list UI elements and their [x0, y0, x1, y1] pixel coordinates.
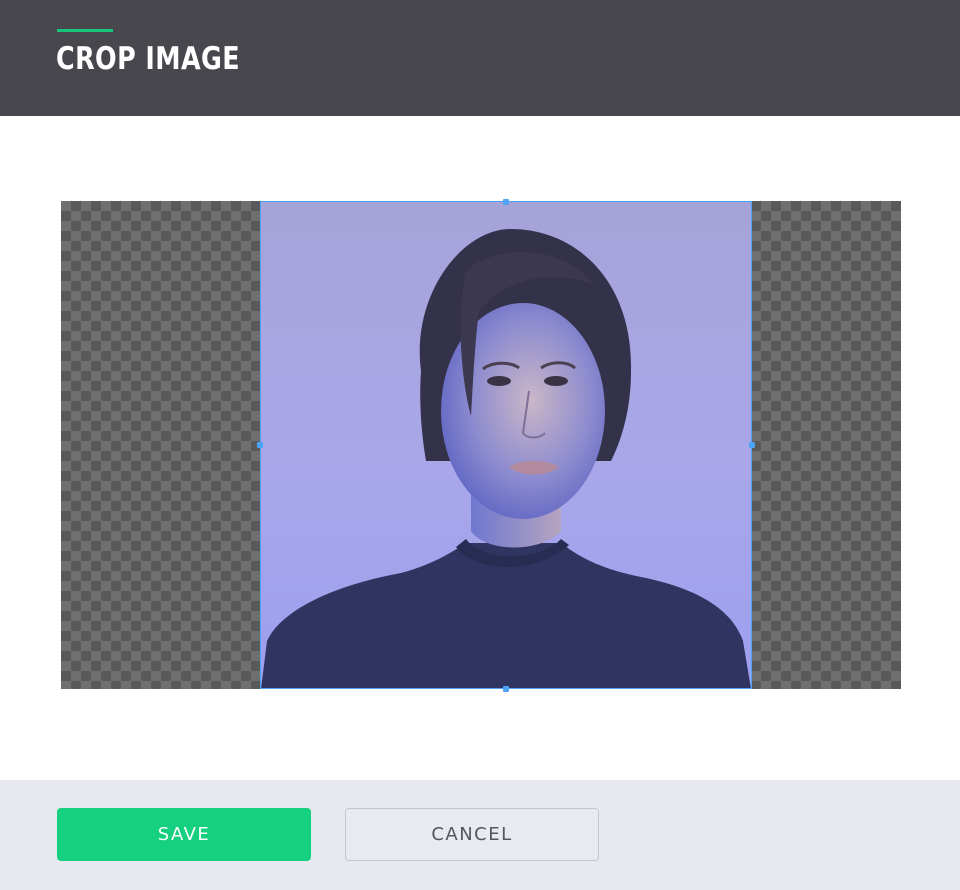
dialog-title: CROP IMAGE: [56, 41, 241, 77]
portrait-image: [261, 201, 751, 689]
dialog-footer: SAVE CANCEL: [0, 780, 960, 890]
save-button[interactable]: SAVE: [57, 808, 311, 861]
title-accent-bar: [57, 29, 113, 32]
crop-canvas[interactable]: [61, 199, 901, 692]
dialog-header: CROP IMAGE: [0, 0, 960, 116]
cancel-button[interactable]: CANCEL: [345, 808, 599, 861]
